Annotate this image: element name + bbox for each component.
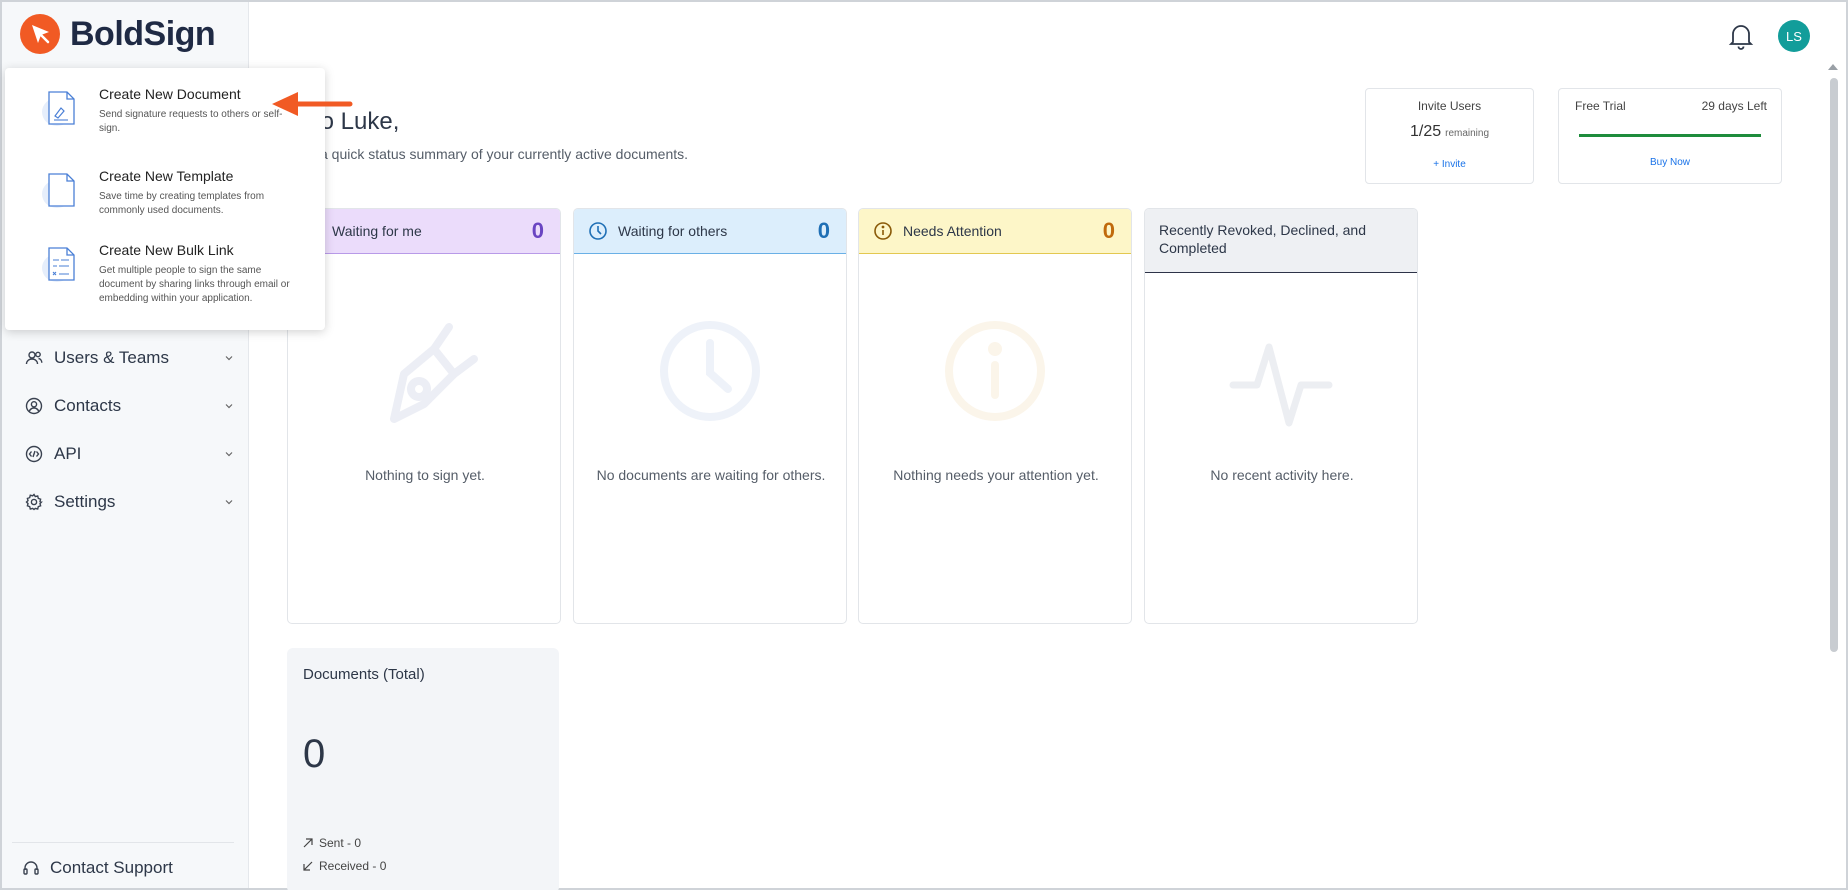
- sidebar-item-contacts[interactable]: Contacts: [2, 382, 249, 430]
- arrow-up-right-icon: [303, 838, 313, 848]
- pointer-arrow-icon: [272, 92, 353, 116]
- contact-support-label: Contact Support: [50, 858, 173, 877]
- status-card-title: Waiting for others: [618, 223, 728, 239]
- status-card-count: 0: [817, 218, 830, 243]
- avatar[interactable]: LS: [1778, 20, 1810, 52]
- users-icon: [24, 348, 44, 368]
- status-card-header: Waiting for others 0: [574, 209, 846, 254]
- invite-count-value: 1/25: [1409, 123, 1442, 140]
- clock-large-icon: [660, 321, 760, 421]
- clock-icon: [589, 222, 607, 240]
- status-card-needs-attention[interactable]: Needs Attention 0 Nothing needs your att…: [858, 208, 1132, 624]
- sent-count: Sent - 0: [319, 836, 362, 850]
- gear-icon: [24, 492, 44, 512]
- status-card-title: Needs Attention: [903, 223, 1002, 239]
- documents-total-value: 0: [303, 732, 326, 776]
- menu-item-title: Create New Bulk Link: [99, 242, 234, 258]
- chevron-down-icon: [225, 404, 233, 409]
- contacts-icon: [24, 396, 44, 416]
- logo-text: BoldSign: [70, 14, 216, 53]
- sidebar-nav: Users & Teams Contacts API Settings: [2, 334, 249, 526]
- create-new-bulk-link-item[interactable]: Create New Bulk Link Get multiple people…: [5, 232, 325, 310]
- chevron-down-icon: [225, 356, 233, 361]
- sidebar-item-api[interactable]: API: [2, 430, 249, 478]
- invite-link[interactable]: + Invite: [1366, 159, 1533, 170]
- bell-icon[interactable]: [1728, 22, 1754, 50]
- scroll-up-arrow-icon[interactable]: [1828, 64, 1838, 70]
- boldsign-logo-icon: [20, 14, 60, 54]
- sidebar-item-users-teams[interactable]: Users & Teams: [2, 334, 249, 382]
- status-card-title: Waiting for me: [332, 223, 422, 239]
- scrollbar-thumb[interactable]: [1830, 78, 1838, 652]
- create-new-template-item[interactable]: Create New Template Save time by creatin…: [5, 158, 325, 236]
- sidebar-item-settings[interactable]: Settings: [2, 478, 249, 526]
- api-icon: [24, 444, 44, 464]
- sidebar-item-label: API: [54, 444, 82, 463]
- status-card-empty-text: No recent activity here.: [1210, 467, 1354, 483]
- free-trial-title: Free Trial: [1575, 99, 1626, 113]
- status-card-empty-text: Nothing needs your attention yet.: [893, 467, 1099, 483]
- contact-support-link[interactable]: Contact Support: [22, 858, 173, 878]
- info-icon: [874, 222, 892, 240]
- free-trial-card: Free Trial 29 days Left Buy Now: [1558, 88, 1782, 184]
- headset-icon: [23, 861, 39, 875]
- support-divider: [12, 842, 234, 843]
- status-card-empty-text: No documents are waiting for others.: [596, 467, 826, 483]
- document-sign-icon: [42, 91, 75, 126]
- chevron-down-icon: [225, 500, 233, 505]
- invite-remaining-label: remaining: [1445, 128, 1490, 139]
- sidebar-item-label: Users & Teams: [54, 348, 169, 367]
- chevron-down-icon: [225, 452, 233, 457]
- documents-total-title: Documents (Total): [303, 666, 425, 683]
- status-card-count: 0: [1102, 218, 1115, 243]
- documents-total-card: Documents (Total) 0 Sent - 0 Received - …: [287, 648, 559, 890]
- menu-item-title: Create New Template: [99, 168, 234, 184]
- arrow-down-left-icon: [303, 861, 313, 871]
- status-card-recent-activity[interactable]: Recently Revoked, Declined, and Complete…: [1144, 208, 1418, 624]
- invite-users-count: 1/25 remaining: [1366, 123, 1533, 141]
- logo[interactable]: BoldSign: [20, 14, 216, 54]
- status-card-empty-text: Nothing to sign yet.: [365, 467, 485, 483]
- status-card-waiting-for-others[interactable]: Waiting for others 0 No documents are wa…: [573, 208, 847, 624]
- greeting-subtitle: is a quick status summary of your curren…: [306, 146, 689, 162]
- status-card-header: Recently Revoked, Declined, and Complete…: [1145, 209, 1417, 273]
- received-count: Received - 0: [319, 859, 387, 873]
- sidebar-item-label: Settings: [54, 492, 116, 511]
- sidebar-item-label: Contacts: [54, 396, 122, 415]
- invite-users-card: Invite Users 1/25 remaining + Invite: [1365, 88, 1534, 184]
- template-icon: [42, 173, 75, 208]
- status-card-header: Waiting for me 0: [288, 209, 560, 254]
- activity-pulse-icon: [1229, 343, 1333, 427]
- menu-item-desc: Send signature requests to others or sel…: [99, 109, 283, 134]
- trial-progress-bar: [1579, 134, 1761, 137]
- menu-item-desc: Save time by creating templates from com…: [99, 191, 265, 216]
- buy-now-link[interactable]: Buy Now: [1559, 157, 1781, 168]
- menu-item-title: Create New Document: [99, 86, 241, 102]
- status-card-waiting-for-me[interactable]: Waiting for me 0 Nothing to sign yet.: [287, 208, 561, 624]
- sent-stat: Sent - 0: [303, 836, 361, 850]
- free-trial-days-left: 29 days Left: [1701, 99, 1767, 113]
- invite-users-title: Invite Users: [1417, 99, 1482, 113]
- status-card-header: Needs Attention 0: [859, 209, 1131, 254]
- pen-nib-icon: [390, 323, 478, 423]
- bulk-link-icon: [42, 247, 75, 282]
- menu-item-desc: Get multiple people to sign the same doc…: [99, 265, 290, 304]
- status-card-title: Recently Revoked, Declined, and Complete…: [1159, 222, 1367, 256]
- received-stat: Received - 0: [303, 859, 386, 873]
- status-card-count: 0: [531, 218, 544, 243]
- info-large-icon: [945, 321, 1045, 421]
